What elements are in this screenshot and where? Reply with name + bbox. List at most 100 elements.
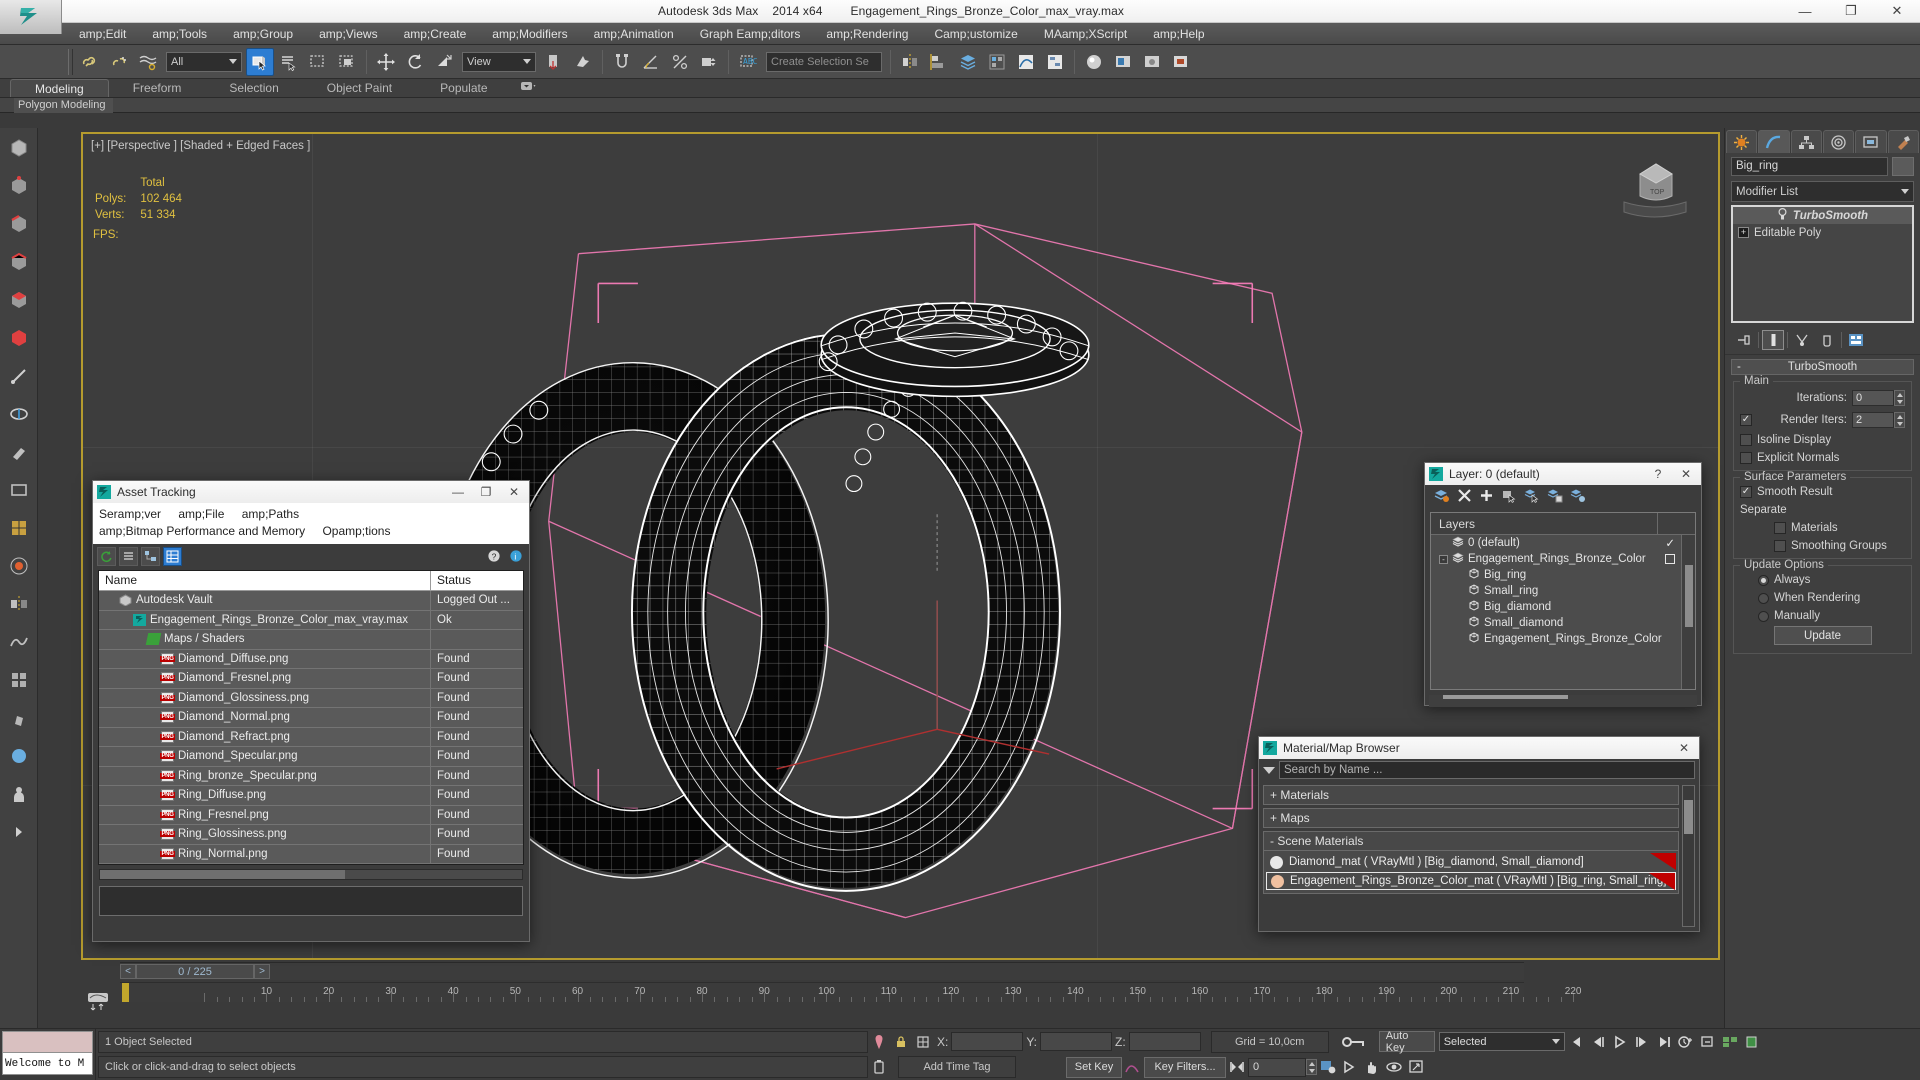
polygon-subobject-icon[interactable] — [2, 282, 36, 318]
cut-tool-icon[interactable] — [2, 358, 36, 394]
display-tab[interactable] — [1855, 130, 1887, 153]
percent-snap-toggle-icon[interactable] — [666, 48, 694, 76]
scene-materials-list[interactable]: Diamond_mat ( VRayMtl ) [Big_diamond, Sm… — [1263, 851, 1679, 894]
hand-pan-icon[interactable] — [1361, 1056, 1383, 1078]
always-radio[interactable] — [1758, 574, 1769, 586]
menu-item-views[interactable]: amp;Views — [306, 23, 390, 45]
layer-dialog-help-button[interactable]: ? — [1647, 465, 1669, 483]
column-header-status[interactable]: Status — [431, 571, 523, 590]
table-row[interactable]: PNG Diamond_Diffuse.png Found — [99, 649, 523, 669]
asset-tracking-close[interactable]: ✕ — [503, 483, 525, 501]
make-unique-icon[interactable] — [1791, 330, 1813, 350]
list-item[interactable]: Big_ring — [1431, 567, 1681, 583]
show-end-result-icon[interactable] — [1762, 330, 1784, 350]
select-and-rotate-icon[interactable] — [401, 48, 429, 76]
scrollbar-thumb[interactable] — [100, 870, 345, 879]
iterations-spinner[interactable] — [1894, 390, 1905, 406]
render-iters-input[interactable]: 2 — [1852, 412, 1894, 428]
search-input[interactable]: Search by Name ... — [1279, 761, 1695, 779]
layer-column-header-extra[interactable] — [1657, 512, 1695, 535]
material-editor-icon[interactable] — [1080, 48, 1108, 76]
modifier-stack[interactable]: TurboSmooth + Editable Poly — [1731, 205, 1914, 323]
table-row[interactable]: PNG Diamond_Fresnel.png Found — [99, 669, 523, 689]
maximize-viewport-toggle-icon[interactable] — [1405, 1056, 1427, 1078]
list-item[interactable]: Small_diamond — [1431, 615, 1681, 631]
table-row[interactable]: Autodesk Vault Logged Out ... — [99, 591, 523, 611]
scrollbar-thumb[interactable] — [1443, 695, 1568, 699]
layer-manager-icon[interactable] — [954, 48, 982, 76]
set-key-button[interactable]: Set Key — [1066, 1056, 1122, 1078]
window-minimize-button[interactable]: — — [1782, 0, 1828, 22]
at-menu-options[interactable]: Opamp;tions — [322, 524, 390, 538]
view-cube[interactable]: TOP — [1610, 144, 1702, 229]
smoothing-groups-checkbox[interactable] — [1774, 540, 1786, 552]
prev-frame-button[interactable]: < — [120, 964, 136, 979]
select-by-name-icon[interactable] — [275, 48, 303, 76]
menu-item-graph-editors[interactable]: Graph Eamp;ditors — [687, 23, 814, 45]
when-rendering-radio[interactable] — [1758, 592, 1769, 604]
light-bulb-icon[interactable] — [1777, 207, 1788, 224]
symmetry-icon[interactable] — [2, 586, 36, 622]
scrollbar-thumb[interactable] — [1684, 800, 1693, 834]
window-maximize-button[interactable]: ❐ — [1828, 0, 1874, 22]
modifier-stack-item-editable-poly[interactable]: + Editable Poly — [1733, 224, 1912, 241]
track-bar[interactable]: 10 20 30 40 50 60 70 80 90 100 110 120 130 140 150 160 1… — [120, 982, 1581, 1002]
list-item[interactable]: 0 (default) ✓ — [1431, 535, 1681, 551]
hide-layer-icon[interactable] — [1570, 488, 1586, 506]
go-to-end-icon[interactable] — [1653, 1031, 1675, 1053]
table-row[interactable]: Engagement_Rings_Bronze_Color_max_vray.m… — [99, 610, 523, 630]
ribbon-options-dropdown[interactable] — [512, 79, 544, 97]
list-view-icon[interactable] — [119, 546, 138, 566]
update-button[interactable]: Update — [1773, 626, 1872, 645]
section-maps[interactable]: + Maps — [1263, 808, 1679, 828]
select-object-icon[interactable] — [246, 47, 274, 76]
schematic-view-icon[interactable] — [1041, 48, 1069, 76]
select-and-move-icon[interactable] — [372, 48, 400, 76]
at-menu-file[interactable]: amp;File — [178, 507, 224, 521]
smooth-result-checkbox[interactable]: ✓ — [1740, 486, 1752, 498]
ribbon-tab-selection[interactable]: Selection — [205, 79, 302, 97]
select-and-manipulate-icon[interactable] — [569, 48, 597, 76]
menu-item-edit[interactable]: amp;Edit — [66, 23, 139, 45]
pin-stack-icon[interactable] — [1733, 330, 1755, 350]
list-item[interactable]: Big_diamond — [1431, 599, 1681, 615]
time-slider[interactable]: < 0 / 225 > — [120, 962, 1524, 980]
list-item[interactable]: - Engagement_Rings_Bronze_Color — [1431, 551, 1681, 567]
layer-hide-toggle[interactable] — [1665, 554, 1675, 564]
next-frame-button[interactable]: > — [254, 964, 270, 979]
table-row[interactable]: PNG Diamond_Specular.png Found — [99, 747, 523, 767]
maxscript-listener-pink-pane[interactable] — [2, 1031, 93, 1053]
ribbon-tab-freeform[interactable]: Freeform — [109, 79, 206, 97]
y-coordinate-field[interactable] — [1040, 1032, 1113, 1052]
current-key-spinner[interactable] — [1306, 1059, 1317, 1076]
named-selection-sets-input[interactable]: Create Selection Se — [766, 51, 882, 72]
render-production-icon[interactable] — [1167, 48, 1195, 76]
window-close-button[interactable]: ✕ — [1874, 0, 1920, 22]
delete-layer-icon[interactable] — [1457, 488, 1472, 506]
hierarchy-tab[interactable] — [1790, 130, 1822, 153]
ribbon-tab-object-paint[interactable]: Object Paint — [303, 79, 416, 97]
quadrify-icon[interactable] — [2, 662, 36, 698]
reference-coordinate-dropdown[interactable]: View — [462, 51, 536, 72]
align-icon[interactable] — [925, 48, 953, 76]
modify-tab[interactable] — [1758, 130, 1790, 153]
menu-item-animation[interactable]: amp;Animation — [581, 23, 687, 45]
expand-icon[interactable]: + — [1738, 227, 1749, 238]
layer-dialog[interactable]: Layer: 0 (default) ? ✕ Layers 0 (default… — [1424, 462, 1702, 707]
snaps-toggle-icon[interactable] — [608, 48, 636, 76]
utilities-tab[interactable] — [1887, 130, 1919, 153]
maxscript-listener[interactable]: Welcome to M — [0, 1029, 96, 1080]
scrollbar-thumb[interactable] — [1684, 565, 1693, 627]
selection-filter-dropdown[interactable]: All — [166, 51, 242, 72]
selection-lock-toggle-icon[interactable] — [890, 1031, 912, 1053]
go-to-start-icon[interactable] — [1565, 1031, 1587, 1053]
select-objects-in-layer-icon[interactable] — [1501, 488, 1517, 506]
section-materials[interactable]: + Materials — [1263, 785, 1679, 805]
ribbon-tab-modeling[interactable]: Modeling — [10, 79, 109, 97]
menu-item-create[interactable]: amp;Create — [391, 23, 480, 45]
layer-list[interactable]: 0 (default) ✓ - Engagement_Rings_Bronze_Col… — [1431, 535, 1681, 689]
refresh-assets-icon[interactable] — [97, 546, 116, 566]
menu-item-tools[interactable]: amp;Tools — [139, 23, 220, 45]
ribbon-tab-populate[interactable]: Populate — [416, 79, 511, 97]
vertex-subobject-icon[interactable] — [2, 168, 36, 204]
